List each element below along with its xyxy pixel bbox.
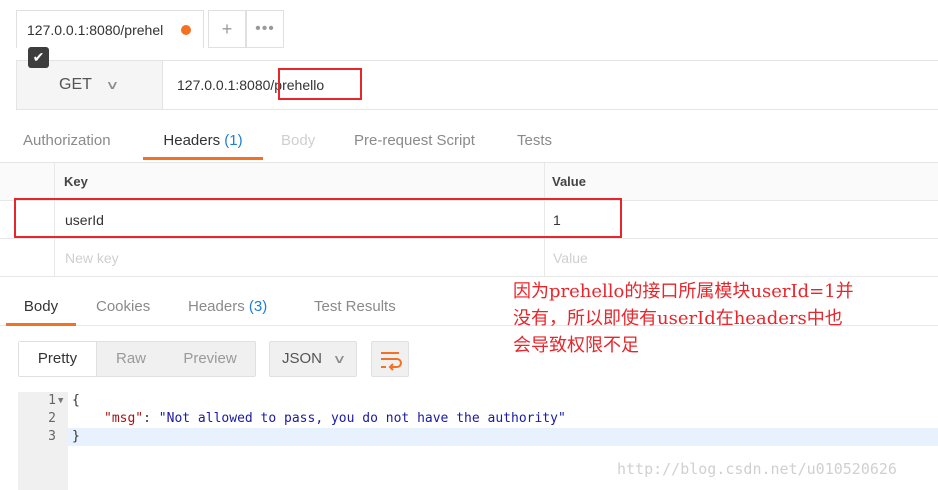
request-tab-title: 127.0.0.1:8080/prehel	[27, 21, 164, 38]
header-value-field[interactable]: 1	[553, 201, 561, 239]
chevron-down-icon: ∨	[332, 352, 347, 366]
request-tab[interactable]: 127.0.0.1:8080/prehel	[16, 10, 204, 48]
new-value-input[interactable]: Value	[553, 239, 588, 277]
request-tab-strip: 127.0.0.1:8080/prehel + •••	[0, 0, 938, 50]
pretty-button[interactable]: Pretty	[19, 342, 97, 376]
line-number: 2	[48, 411, 56, 426]
header-key-field[interactable]: userId	[65, 201, 104, 239]
json-colon: :	[143, 411, 159, 426]
tab-authorization[interactable]: Authorization	[23, 124, 111, 160]
table-row: userId 1	[0, 201, 938, 239]
format-label: JSON	[282, 350, 323, 367]
tab-test-results[interactable]: Test Results	[314, 290, 396, 326]
line-number: 3	[48, 429, 56, 444]
tab-body[interactable]: Body	[281, 124, 315, 160]
table-header-row: Key Value	[0, 163, 938, 201]
url-input[interactable]: 127.0.0.1:8080/prehello	[163, 61, 938, 109]
tab-cookies[interactable]: Cookies	[96, 290, 150, 326]
value-column-header: Value	[552, 174, 586, 189]
active-line-highlight	[68, 428, 938, 446]
request-tabs: Authorization Headers (1) Body Pre-reque…	[0, 124, 938, 160]
table-row-new: New key Value	[0, 239, 938, 277]
tab-headers[interactable]: Headers (1)	[143, 124, 263, 160]
headers-count: (1)	[224, 132, 243, 149]
method-select[interactable]: GET ∨	[17, 61, 163, 109]
annotation-text: 因为prehello的接口所属模块userId=1并 没有，所以即使有userI…	[513, 281, 854, 356]
unsaved-dot-icon	[181, 25, 191, 35]
chevron-down-icon: ∨	[105, 78, 120, 92]
new-key-input[interactable]: New key	[65, 239, 119, 277]
tab-pre-request-script[interactable]: Pre-request Script	[354, 124, 475, 160]
line-number: 1	[48, 393, 56, 408]
view-mode-toggle: Pretty Raw Preview	[18, 341, 256, 377]
wrap-lines-icon	[381, 352, 402, 371]
wrap-lines-button[interactable]	[371, 341, 409, 377]
headers-table: Key Value userId 1 New key Value	[0, 162, 938, 277]
response-headers-count: (3)	[248, 298, 268, 315]
header-enabled-checkbox[interactable]: ✔	[28, 47, 49, 68]
format-select[interactable]: JSON ∨	[269, 341, 357, 377]
ellipsis-icon: •••	[255, 20, 275, 37]
json-key: "msg"	[104, 411, 144, 426]
fold-arrow-icon[interactable]: ▼	[58, 392, 63, 410]
code-line: {	[72, 393, 80, 408]
tab-response-headers[interactable]: Headers (3)	[188, 290, 267, 326]
code-line: }	[72, 429, 80, 444]
more-tabs-button[interactable]: •••	[246, 10, 284, 48]
watermark: http://blog.csdn.net/u010520626	[617, 460, 897, 478]
preview-button[interactable]: Preview	[165, 342, 255, 376]
tab-tests[interactable]: Tests	[517, 124, 552, 160]
code-line: "msg": "Not allowed to pass, you do not …	[104, 410, 566, 428]
method-label: GET	[59, 76, 92, 93]
url-bar: GET ∨ 127.0.0.1:8080/prehello	[16, 60, 938, 110]
new-tab-button[interactable]: +	[208, 10, 246, 48]
tab-response-body[interactable]: Body	[6, 290, 76, 326]
json-value: "Not allowed to pass, you do not have th…	[158, 411, 566, 426]
plus-icon: +	[221, 18, 233, 39]
checkmark-icon: ✔	[32, 49, 45, 65]
column-divider	[54, 163, 55, 277]
key-column-header: Key	[64, 174, 88, 189]
column-divider	[544, 163, 545, 277]
raw-button[interactable]: Raw	[97, 342, 165, 376]
